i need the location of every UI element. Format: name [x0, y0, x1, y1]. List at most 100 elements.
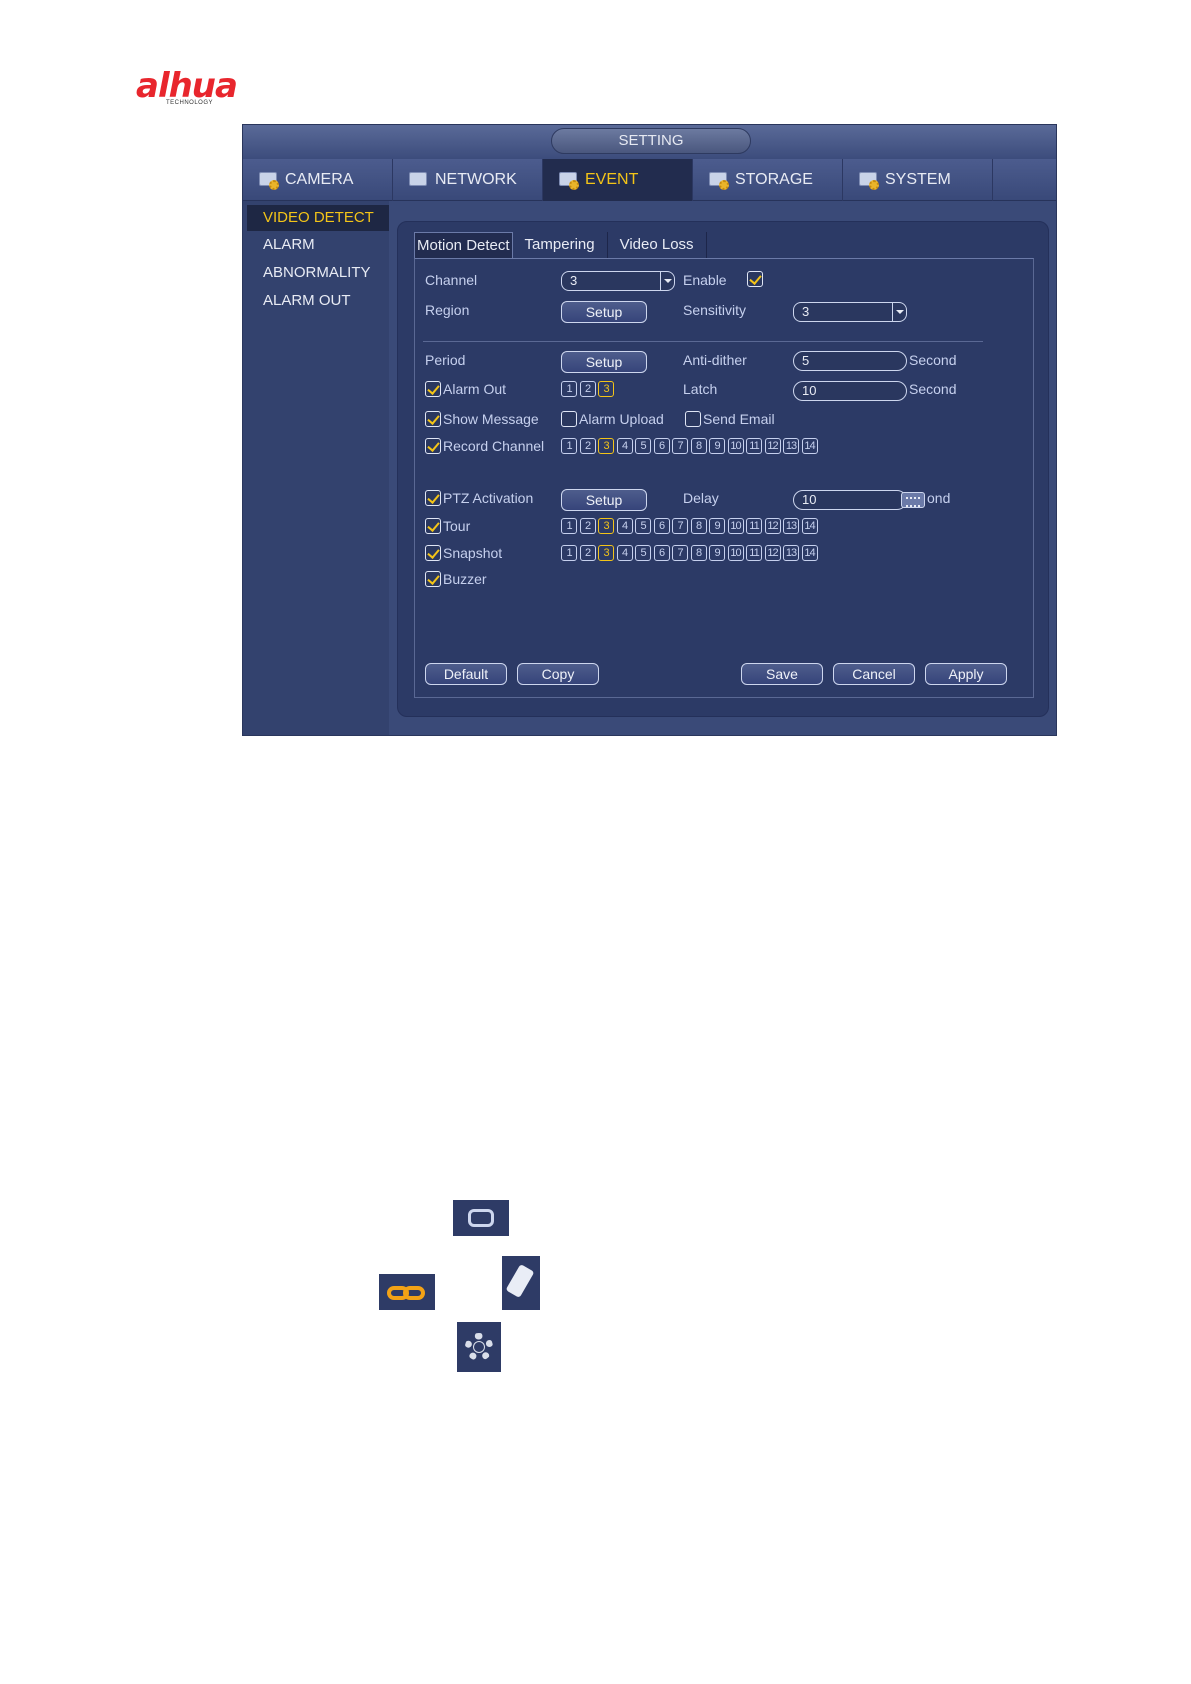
tab-event[interactable]: EVENT	[543, 159, 693, 201]
channel-number[interactable]: 1	[561, 518, 577, 534]
side-item-alarm[interactable]: ALARM	[247, 232, 389, 258]
tab-tampering[interactable]: Tampering	[513, 232, 608, 258]
motion-detect-form: Channel 3 Enable Region Setup Sensitivit…	[414, 258, 1034, 698]
tab-system[interactable]: SYSTEM	[843, 159, 993, 201]
cancel-button[interactable]: Cancel	[833, 663, 915, 685]
channel-number[interactable]: 12	[764, 438, 781, 454]
alarm-out-channel[interactable]: 2	[579, 381, 596, 397]
channel-number[interactable]: 14	[801, 545, 818, 561]
channel-number[interactable]: 5	[635, 438, 651, 454]
channel-number[interactable]: 7	[672, 438, 688, 454]
anti-dither-label: Anti-dither	[683, 352, 747, 368]
side-item-alarm-out[interactable]: ALARM OUT	[247, 288, 389, 314]
channel-number[interactable]: 8	[690, 518, 707, 534]
channel-number[interactable]: 11	[746, 438, 762, 454]
channel-number[interactable]: 10	[727, 518, 744, 534]
ptz-activation-checkbox[interactable]	[425, 490, 441, 506]
settings-window: SETTING CAMERA NETWORK EVENT STORAGE SYS…	[242, 124, 1057, 736]
channel-number[interactable]: 11	[746, 518, 762, 534]
delay-label: Delay	[683, 490, 719, 506]
latch-input[interactable]: 10	[793, 381, 907, 401]
tab-motion-detect[interactable]: Motion Detect	[414, 232, 513, 258]
side-item-abnormality[interactable]: ABNORMALITY	[247, 260, 389, 286]
channel-number[interactable]: 4	[616, 518, 633, 534]
channel-number[interactable]: 10	[727, 545, 744, 561]
main-tab-bar: CAMERA NETWORK EVENT STORAGE SYSTEM	[243, 159, 1056, 201]
channel-number[interactable]: 3	[598, 545, 614, 561]
anti-dither-input[interactable]: 5	[793, 351, 907, 371]
default-button[interactable]: Default	[425, 663, 507, 685]
channel-number[interactable]: 5	[635, 545, 651, 561]
alarm-out-channel[interactable]: 1	[561, 381, 577, 397]
snapshot-checkbox[interactable]	[425, 545, 441, 561]
save-button[interactable]: Save	[741, 663, 823, 685]
tab-video-loss[interactable]: Video Loss	[608, 232, 707, 258]
alarm-upload-label: Alarm Upload	[579, 411, 664, 427]
channel-number[interactable]: 6	[653, 438, 670, 454]
alarm-out-checkbox[interactable]	[425, 381, 441, 397]
channel-number[interactable]: 9	[709, 545, 725, 561]
alarm-out-channel[interactable]: 3	[598, 381, 614, 397]
event-icon	[559, 170, 581, 190]
alarm-upload-checkbox[interactable]	[561, 411, 577, 427]
channel-number[interactable]: 9	[709, 438, 725, 454]
send-email-label: Send Email	[703, 411, 775, 427]
channel-number[interactable]: 11	[746, 545, 762, 561]
channel-number[interactable]: 13	[783, 518, 799, 534]
tab-network-label: NETWORK	[435, 171, 517, 188]
channel-number[interactable]: 8	[690, 438, 707, 454]
channel-number[interactable]: 12	[764, 545, 781, 561]
channel-number[interactable]: 1	[561, 438, 577, 454]
tour-checkbox[interactable]	[425, 518, 441, 534]
channel-number[interactable]: 8	[690, 545, 707, 561]
channel-number[interactable]: 10	[727, 438, 744, 454]
channel-number[interactable]: 2	[579, 545, 596, 561]
channel-number[interactable]: 13	[783, 438, 799, 454]
channel-number[interactable]: 13	[783, 545, 799, 561]
record-channel-list: 1 2 3 4 5 6 7 8 9 10 11 12 13 14	[561, 438, 820, 454]
channel-number[interactable]: 4	[616, 545, 633, 561]
tour-channel-list: 1 2 3 4 5 6 7 8 9 10 11 12 13 14	[561, 518, 820, 534]
enable-checkbox[interactable]	[747, 271, 763, 287]
ptz-activation-label: PTZ Activation	[443, 490, 534, 506]
channel-select[interactable]: 3	[561, 271, 675, 291]
channel-number[interactable]: 3	[598, 518, 614, 534]
channel-number[interactable]: 2	[579, 438, 596, 454]
sensitivity-select[interactable]: 3	[793, 302, 907, 322]
apply-button[interactable]: Apply	[925, 663, 1007, 685]
keyboard-icon[interactable]	[901, 492, 925, 508]
tab-system-label: SYSTEM	[885, 171, 951, 188]
delay-input[interactable]: 10	[793, 490, 907, 510]
channel-number[interactable]: 3	[598, 438, 614, 454]
tab-camera-label: CAMERA	[285, 171, 354, 188]
period-label: Period	[425, 352, 466, 368]
copy-button[interactable]: Copy	[517, 663, 599, 685]
channel-number[interactable]: 9	[709, 518, 725, 534]
channel-number[interactable]: 12	[764, 518, 781, 534]
channel-number[interactable]: 6	[653, 518, 670, 534]
channel-number[interactable]: 1	[561, 545, 577, 561]
content-panel: Motion Detect Tampering Video Loss Chann…	[397, 221, 1049, 717]
channel-number[interactable]: 14	[801, 518, 818, 534]
region-setup-button[interactable]: Setup	[561, 301, 647, 323]
title-bar: SETTING	[243, 125, 1056, 159]
side-item-video-detect[interactable]: VIDEO DETECT	[247, 205, 389, 231]
channel-number[interactable]: 14	[801, 438, 818, 454]
latch-label: Latch	[683, 381, 718, 397]
channel-number[interactable]: 7	[672, 545, 688, 561]
tab-network[interactable]: NETWORK	[393, 159, 543, 201]
channel-number[interactable]: 4	[616, 438, 633, 454]
channel-number[interactable]: 7	[672, 518, 688, 534]
alarm-out-channels: 1 2 3	[561, 381, 617, 397]
period-setup-button[interactable]: Setup	[561, 351, 647, 373]
ptz-setup-button[interactable]: Setup	[561, 489, 647, 511]
buzzer-checkbox[interactable]	[425, 571, 441, 587]
show-message-checkbox[interactable]	[425, 411, 441, 427]
channel-number[interactable]: 2	[579, 518, 596, 534]
record-channel-checkbox[interactable]	[425, 438, 441, 454]
channel-number[interactable]: 6	[653, 545, 670, 561]
tab-camera[interactable]: CAMERA	[243, 159, 393, 201]
channel-number[interactable]: 5	[635, 518, 651, 534]
send-email-checkbox[interactable]	[685, 411, 701, 427]
tab-storage[interactable]: STORAGE	[693, 159, 843, 201]
